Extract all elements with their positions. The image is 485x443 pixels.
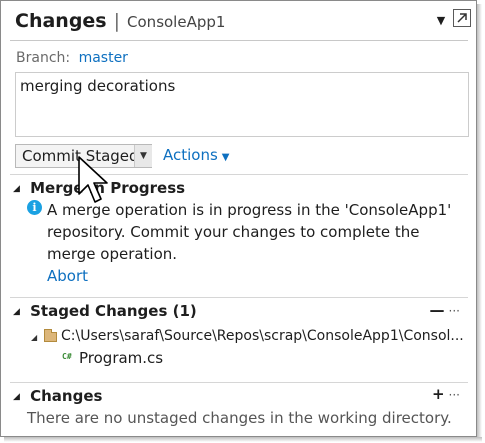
folder-icon xyxy=(44,329,57,342)
staged-section-header[interactable]: ◢ Staged Changes (1) xyxy=(13,301,197,321)
section-divider xyxy=(10,382,468,383)
commit-message-input[interactable]: merging decorations xyxy=(15,72,469,137)
stage-all-icon[interactable]: + xyxy=(432,385,445,403)
title-separator: | xyxy=(113,10,121,32)
page-menu-dropdown-icon[interactable]: ▼ xyxy=(434,11,448,31)
collapse-triangle-icon: ◢ xyxy=(13,184,20,194)
frame-shadow xyxy=(4,437,482,442)
project-name: ConsoleApp1 xyxy=(127,13,226,31)
actions-menu-link[interactable]: Actions ▼ xyxy=(163,146,230,164)
merge-message: A merge operation is in progress in the … xyxy=(47,201,452,263)
header-divider xyxy=(10,40,468,41)
collapse-triangle-icon: ◢ xyxy=(13,392,20,402)
actions-label: Actions xyxy=(163,146,218,164)
chevron-down-icon: ▼ xyxy=(221,152,230,163)
unstage-all-icon[interactable]: — xyxy=(430,301,445,319)
frame-shadow xyxy=(477,4,482,440)
branch-link[interactable]: master xyxy=(79,50,128,66)
page-title: Changes xyxy=(15,10,107,32)
commit-options-dropdown-icon[interactable]: ▼ xyxy=(134,145,152,167)
panel-header: Changes | ConsoleApp1 xyxy=(15,10,225,36)
csharp-file-icon: C# xyxy=(62,352,72,361)
staged-file-item[interactable]: Program.cs xyxy=(79,349,163,367)
folder-path[interactable]: C:\Users\saraf\Source\Repos\scrap\Consol… xyxy=(61,328,467,344)
changes-section-header[interactable]: ◢ Changes xyxy=(13,386,102,406)
folder-expand-triangle-icon[interactable]: ◢ xyxy=(31,333,37,342)
more-options-icon[interactable]: ··· xyxy=(449,388,460,402)
no-changes-message: There are no unstaged changes in the wor… xyxy=(27,409,452,427)
info-icon: i xyxy=(27,200,42,215)
staged-section-tools: — ··· xyxy=(430,301,460,319)
changes-section-tools: + ··· xyxy=(432,385,460,403)
collapse-triangle-icon: ◢ xyxy=(13,307,20,317)
section-divider xyxy=(10,297,468,298)
mouse-pointer-icon xyxy=(78,156,108,203)
staged-section-title: Staged Changes (1) xyxy=(30,302,197,320)
changes-section-title: Changes xyxy=(30,387,103,405)
branch-row: Branch: master xyxy=(16,50,128,66)
more-options-icon[interactable]: ··· xyxy=(449,304,460,318)
team-explorer-changes-panel: Changes | ConsoleApp1 ▼ Branch: master m… xyxy=(0,0,477,437)
navigate-out-icon[interactable] xyxy=(453,9,471,27)
branch-label: Branch: xyxy=(16,50,71,66)
abort-merge-link[interactable]: Abort xyxy=(47,267,88,285)
